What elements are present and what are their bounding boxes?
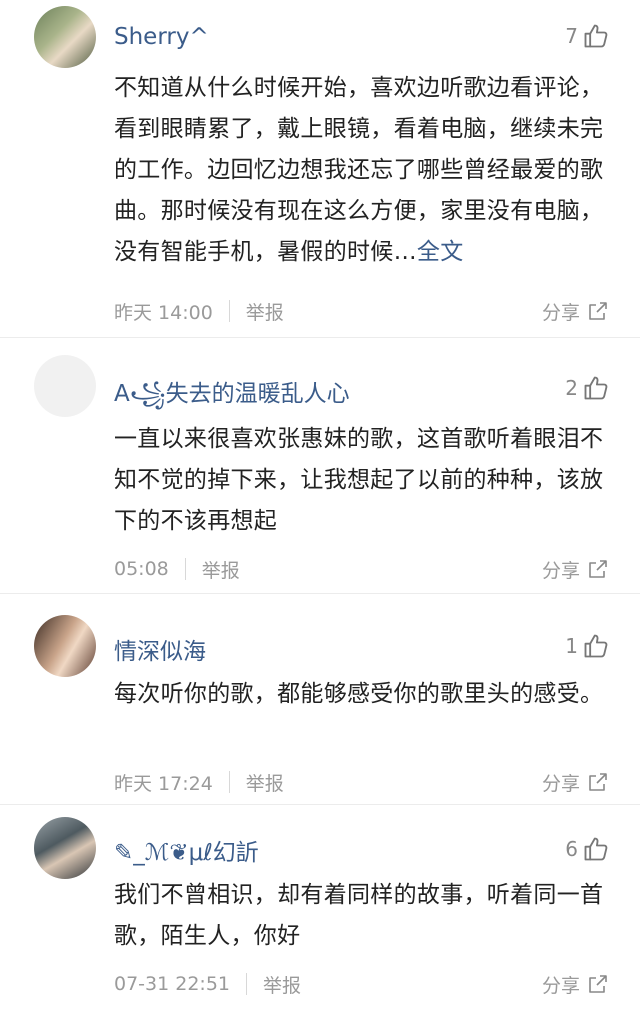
expand-link[interactable]: 全文 [417, 239, 464, 265]
like-count: 6 [565, 837, 578, 861]
comment-item: A꧁失去的温暖乱人心 2 一直以来很喜欢张惠妹的歌，这首歌听着眼泪不知不觉的掉下… [0, 338, 640, 594]
like-count: 2 [565, 376, 578, 400]
divider [228, 300, 230, 322]
share-button[interactable]: 分享 [542, 298, 610, 325]
report-button[interactable]: 举报 [246, 298, 284, 325]
report-button[interactable]: 举报 [263, 971, 301, 998]
comment-username[interactable]: 情深似海 [114, 632, 206, 666]
divider [246, 973, 248, 995]
comment-username[interactable]: ✎_ℳ❦μℓ幻訢 [114, 833, 259, 867]
divider [228, 771, 230, 793]
thumbs-up-icon [584, 376, 608, 400]
comment-time: 07-31 22:51 [114, 973, 231, 995]
comment-text: 不知道从什么时候开始，喜欢边听歌边看评论，看到眼睛累了，戴上眼镜，看着电脑，继续… [114, 68, 614, 273]
share-label: 分享 [541, 301, 580, 324]
report-button[interactable]: 举报 [202, 556, 240, 583]
comment-time: 05:08 [114, 558, 169, 580]
report-button[interactable]: 举报 [246, 769, 284, 796]
comment-meta: 05:08 举报 分享 [114, 555, 610, 583]
comment-username[interactable]: Sherry^ [114, 24, 209, 50]
like-button[interactable]: 7 [565, 22, 610, 50]
thumbs-up-icon [584, 837, 608, 861]
comment-meta: 07-31 22:51 举报 分享 [114, 970, 610, 998]
comment-item: ✎_ℳ❦μℓ幻訢 6 我们不曾相识，却有着同样的故事，听着同一首歌，陌生人，你好… [0, 805, 640, 1027]
divider [184, 558, 186, 580]
comment-username[interactable]: A꧁失去的温暖乱人心 [114, 374, 350, 423]
share-icon [589, 773, 607, 791]
comment-text: 一直以来很喜欢张惠妹的歌，这首歌听着眼泪不知不觉的掉下来，让我想起了以前的种种，… [114, 426, 604, 534]
like-button[interactable]: 2 [565, 374, 610, 402]
share-label: 分享 [541, 559, 580, 582]
like-button[interactable]: 1 [565, 632, 610, 660]
avatar[interactable] [34, 355, 96, 417]
share-button[interactable]: 分享 [542, 971, 610, 998]
share-button[interactable]: 分享 [542, 556, 610, 583]
comment-time: 昨天 17:24 [114, 772, 213, 795]
comment-item: Sherry^ 7 不知道从什么时候开始，喜欢边听歌边看评论，看到眼睛累了，戴上… [0, 0, 640, 338]
comment-meta: 昨天 14:00 举报 分享 [114, 297, 610, 325]
avatar[interactable] [34, 817, 96, 879]
comment-meta: 昨天 17:24 举报 分享 [114, 768, 610, 796]
comment-text: 我们不曾相识，却有着同样的故事，听着同一首歌，陌生人，你好 [114, 882, 604, 949]
share-icon [589, 975, 607, 993]
like-count: 1 [565, 634, 578, 658]
share-icon [589, 302, 607, 320]
share-button[interactable]: 分享 [542, 769, 610, 796]
avatar[interactable] [34, 615, 96, 677]
comment-text-content: 不知道从什么时候开始，喜欢边听歌边看评论，看到眼睛累了，戴上眼镜，看着电脑，继续… [114, 75, 604, 265]
thumbs-up-icon [584, 634, 608, 658]
like-button[interactable]: 6 [565, 835, 610, 863]
comment-text: 每次听你的歌，都能够感受你的歌里头的感受。 [114, 681, 604, 707]
avatar[interactable] [34, 6, 96, 68]
share-icon [589, 560, 607, 578]
thumbs-up-icon [584, 24, 608, 48]
share-label: 分享 [541, 772, 580, 795]
comment-time: 昨天 14:00 [114, 301, 213, 324]
share-label: 分享 [541, 974, 580, 997]
like-count: 7 [565, 24, 578, 48]
comment-item: 情深似海 1 每次听你的歌，都能够感受你的歌里头的感受。 昨天 17:24 举报… [0, 594, 640, 805]
